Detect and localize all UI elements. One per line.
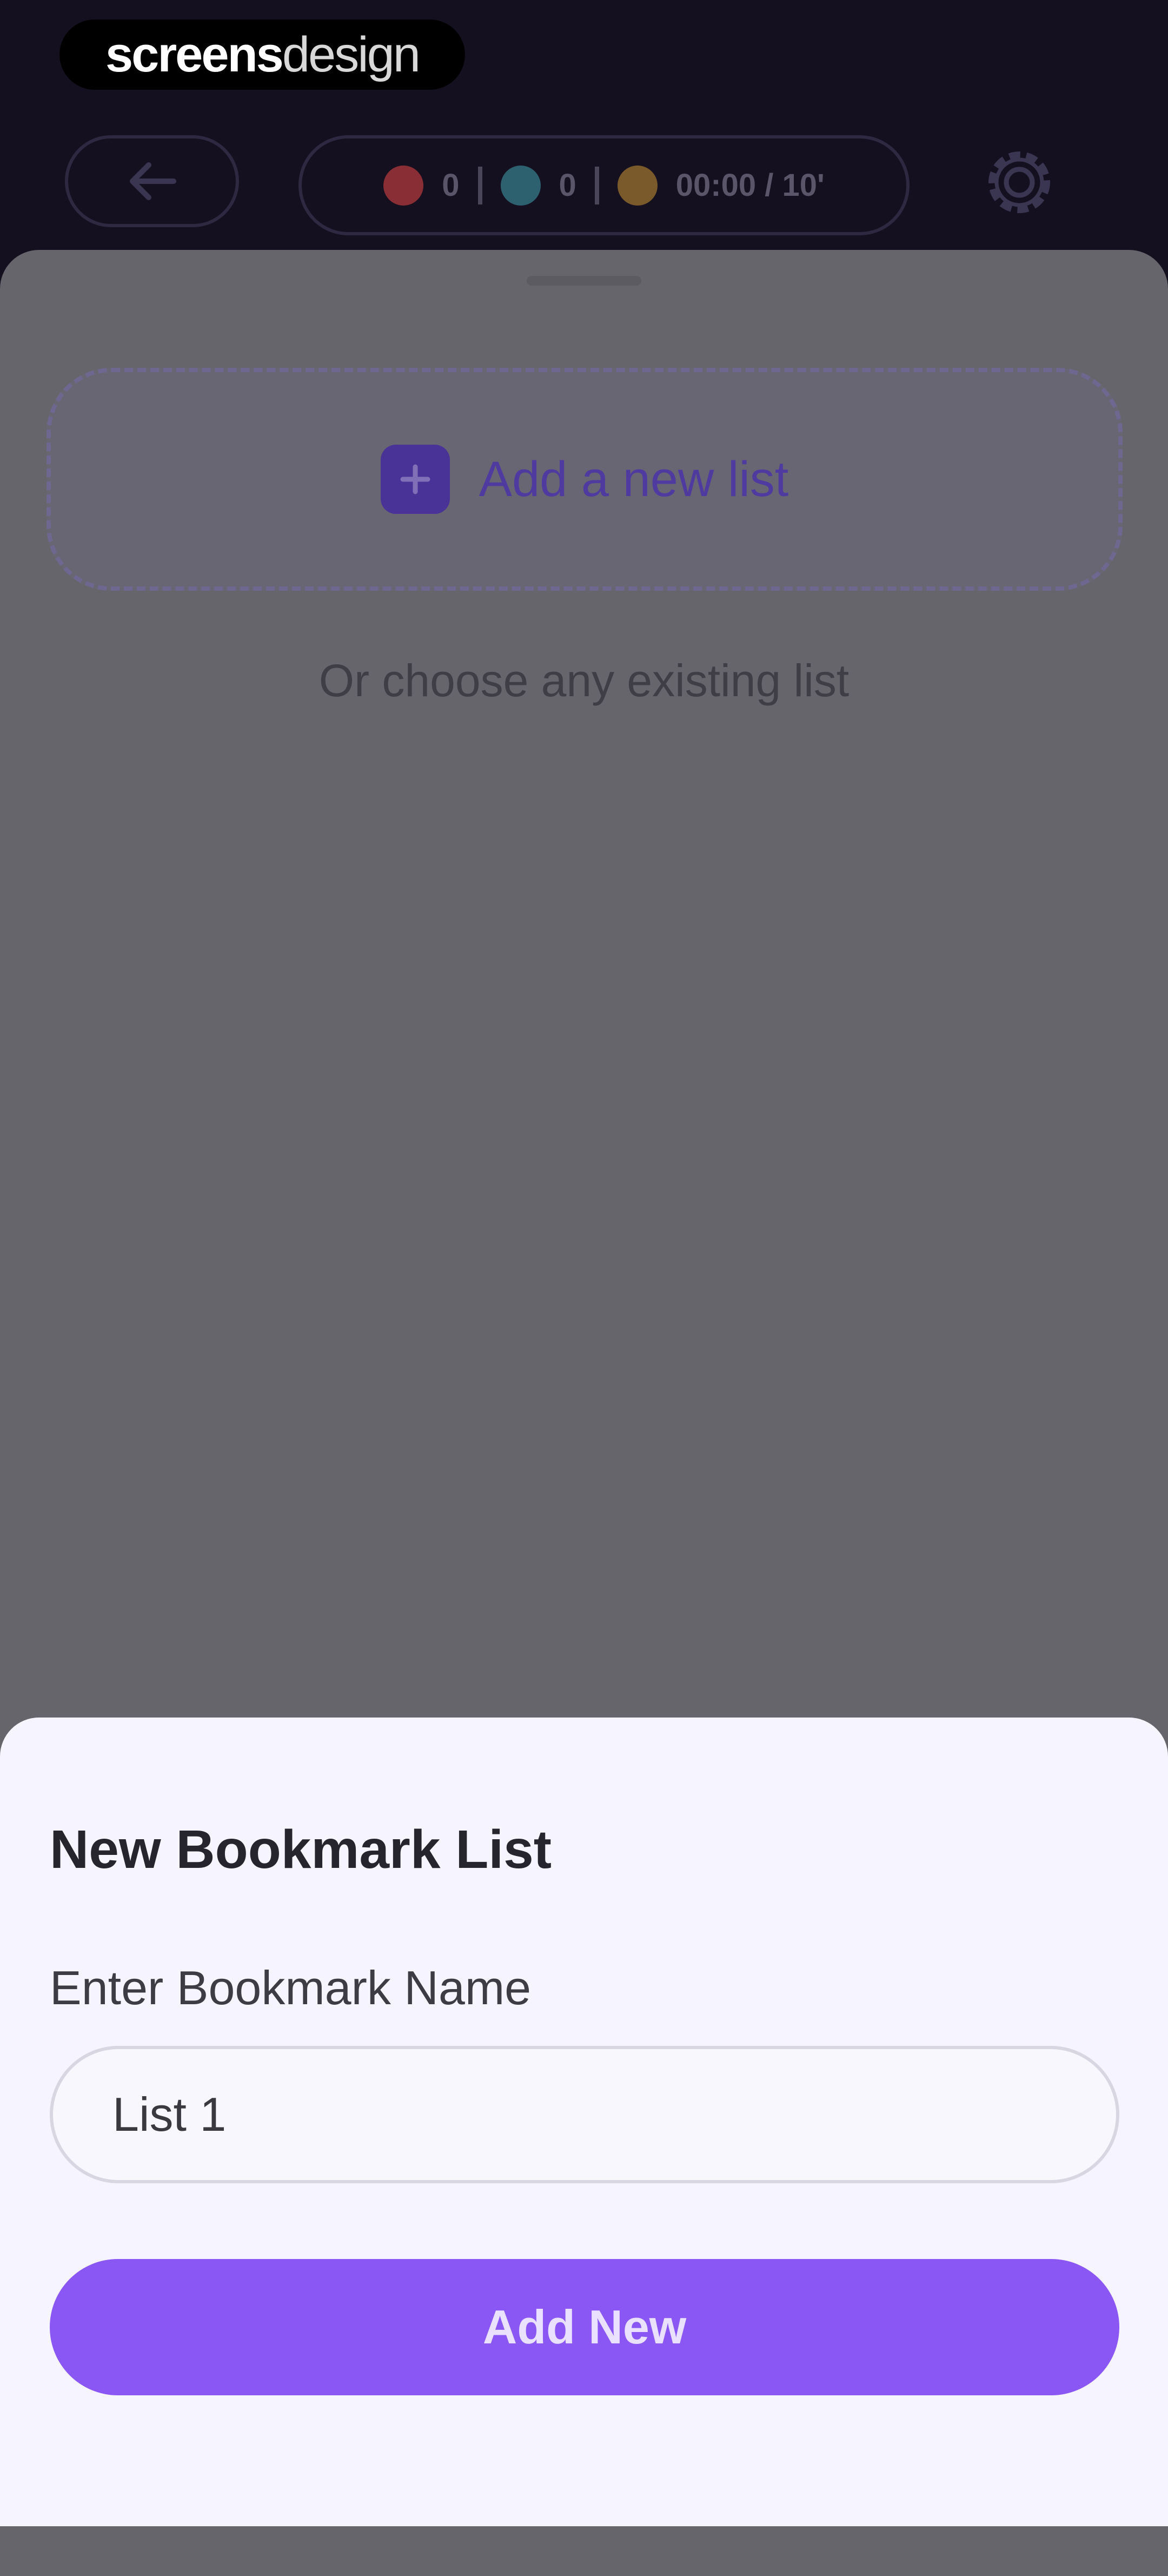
stats-pill: 0 0 00:00 / 10' <box>298 135 910 235</box>
bookmark-name-input[interactable] <box>50 2046 1119 2183</box>
modal-title: New Bookmark List <box>50 1819 552 1880</box>
divider <box>477 166 482 204</box>
gear-icon <box>988 151 1050 213</box>
add-list-label: Add a new list <box>479 451 789 507</box>
coin-icon <box>617 165 658 206</box>
bookmark-name-label: Enter Bookmark Name <box>50 1961 532 2014</box>
watermark-light: design <box>282 27 421 82</box>
existing-list-hint: Or choose any existing list <box>318 655 850 706</box>
fire-icon <box>383 165 424 206</box>
time-progress: 00:00 / 10' <box>675 168 825 203</box>
gem-icon <box>500 165 541 206</box>
watermark-bold: screens <box>105 27 284 82</box>
settings-button[interactable] <box>973 136 1065 228</box>
add-new-button[interactable]: Add New <box>50 2259 1119 2395</box>
streak-count: 0 <box>442 168 460 203</box>
plus-icon <box>380 445 450 514</box>
screensdesign-watermark: screens design <box>59 19 465 90</box>
gem-count: 0 <box>559 168 576 203</box>
add-new-list-card[interactable]: Add a new list <box>47 368 1123 591</box>
sheet-grabber[interactable] <box>527 276 641 286</box>
arrow-left-icon <box>130 162 176 200</box>
back-button[interactable] <box>65 135 239 227</box>
divider <box>594 166 599 204</box>
